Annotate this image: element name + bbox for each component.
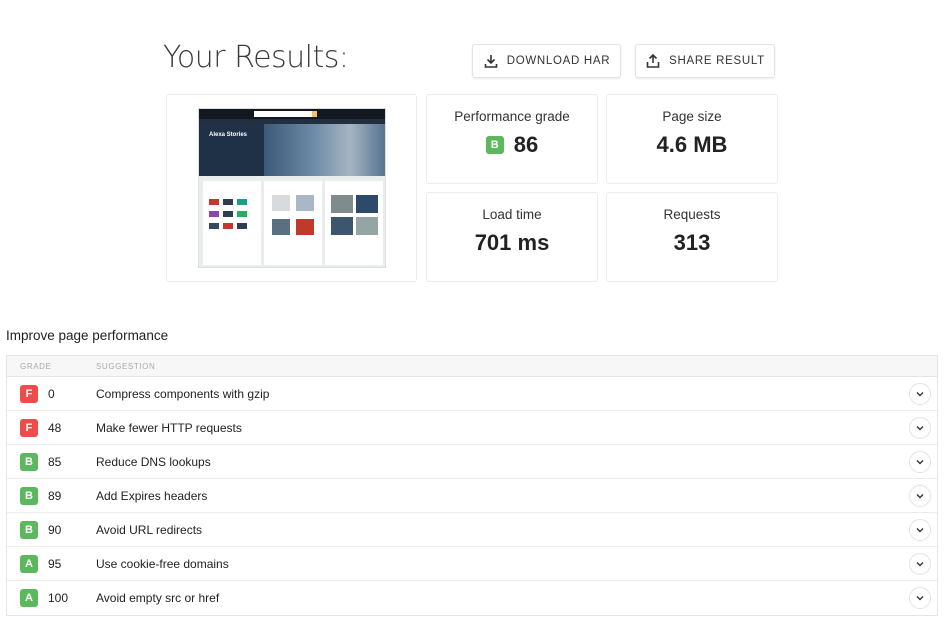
chevron-down-icon	[916, 494, 924, 499]
expand-button[interactable]	[909, 451, 931, 473]
expand-button[interactable]	[909, 587, 931, 609]
load-time-label: Load time	[482, 207, 542, 222]
table-row[interactable]: F 48 Make fewer HTTP requests	[7, 411, 937, 445]
expand-button[interactable]	[909, 485, 931, 507]
load-time-card: Load time 701 ms	[426, 192, 598, 282]
page-size-label: Page size	[662, 109, 722, 124]
requests-card: Requests 313	[606, 192, 778, 282]
table-row[interactable]: F 0 Compress components with gzip	[7, 377, 937, 411]
page-screenshot-card: Alexa Stories	[166, 94, 417, 282]
download-har-label: DOWNLOAD HAR	[506, 55, 611, 67]
table-header: GRADE SUGGESTION	[7, 356, 937, 377]
grade-score: 100	[48, 591, 69, 605]
suggestion-text: Add Expires headers	[96, 488, 208, 503]
grade-badge: B	[20, 452, 38, 471]
suggestions-table: GRADE SUGGESTION F 0 Compress components…	[6, 355, 938, 616]
grade-column-header: GRADE	[20, 361, 52, 371]
grade-badge: B	[20, 520, 38, 539]
page-screenshot-thumbnail: Alexa Stories	[198, 108, 386, 268]
suggestion-text: Compress components with gzip	[96, 386, 270, 401]
performance-grade-value: 86	[513, 132, 539, 157]
performance-grade-label: Performance grade	[454, 109, 570, 124]
chevron-down-icon	[916, 460, 924, 465]
requests-label: Requests	[663, 207, 721, 222]
suggestion-column-header: SUGGESTION	[96, 361, 156, 371]
grade-badge: F	[20, 418, 38, 437]
table-row[interactable]: B 90 Avoid URL redirects	[7, 513, 937, 547]
suggestion-text: Avoid empty src or href	[96, 591, 220, 605]
grade-score: 48	[48, 420, 62, 435]
download-icon	[484, 55, 497, 68]
expand-button[interactable]	[909, 417, 931, 439]
table-row[interactable]: A 95 Use cookie-free domains	[7, 547, 937, 581]
grade-badge: A	[20, 589, 38, 607]
expand-button[interactable]	[909, 383, 931, 405]
chevron-down-icon	[916, 562, 924, 567]
chevron-down-icon	[916, 528, 924, 533]
table-row[interactable]: B 89 Add Expires headers	[7, 479, 937, 513]
expand-button[interactable]	[909, 519, 931, 541]
grade-score: 0	[48, 386, 55, 401]
chevron-down-icon	[916, 426, 924, 431]
improve-section-title: Improve page performance	[6, 328, 169, 343]
table-row[interactable]: A 100 Avoid empty src or href	[7, 581, 937, 615]
grade-score: 89	[48, 488, 62, 503]
grade-badge: B	[20, 486, 38, 505]
suggestion-text: Use cookie-free domains	[96, 556, 229, 571]
page-size-card: Page size 4.6 MB	[606, 94, 778, 184]
expand-button[interactable]	[909, 553, 931, 575]
grade-badge: F	[20, 384, 38, 403]
page-size-value: 4.6 MB	[656, 132, 728, 157]
grade-score: 85	[48, 454, 62, 469]
load-time-value: 701 ms	[474, 230, 550, 255]
suggestion-text: Make fewer HTTP requests	[96, 420, 242, 435]
performance-grade-badge: B	[485, 136, 504, 154]
chevron-down-icon	[916, 596, 924, 601]
table-row[interactable]: B 85 Reduce DNS lookups	[7, 445, 937, 479]
share-result-button[interactable]: SHARE RESULT	[635, 44, 775, 78]
grade-score: 90	[48, 522, 62, 537]
download-har-button[interactable]: DOWNLOAD HAR	[472, 44, 621, 78]
share-result-label: SHARE RESULT	[669, 55, 765, 67]
thumbnail-hero-text: Alexa Stories	[209, 132, 248, 138]
suggestion-text: Reduce DNS lookups	[96, 454, 211, 469]
share-icon	[646, 53, 660, 68]
requests-value: 313	[673, 230, 711, 255]
performance-grade-card: Performance grade B 86	[426, 94, 598, 184]
page-title: Your Results:	[163, 40, 349, 75]
suggestion-text: Avoid URL redirects	[96, 522, 203, 537]
chevron-down-icon	[916, 392, 924, 397]
grade-badge: A	[20, 554, 38, 573]
grade-score: 95	[48, 556, 62, 571]
